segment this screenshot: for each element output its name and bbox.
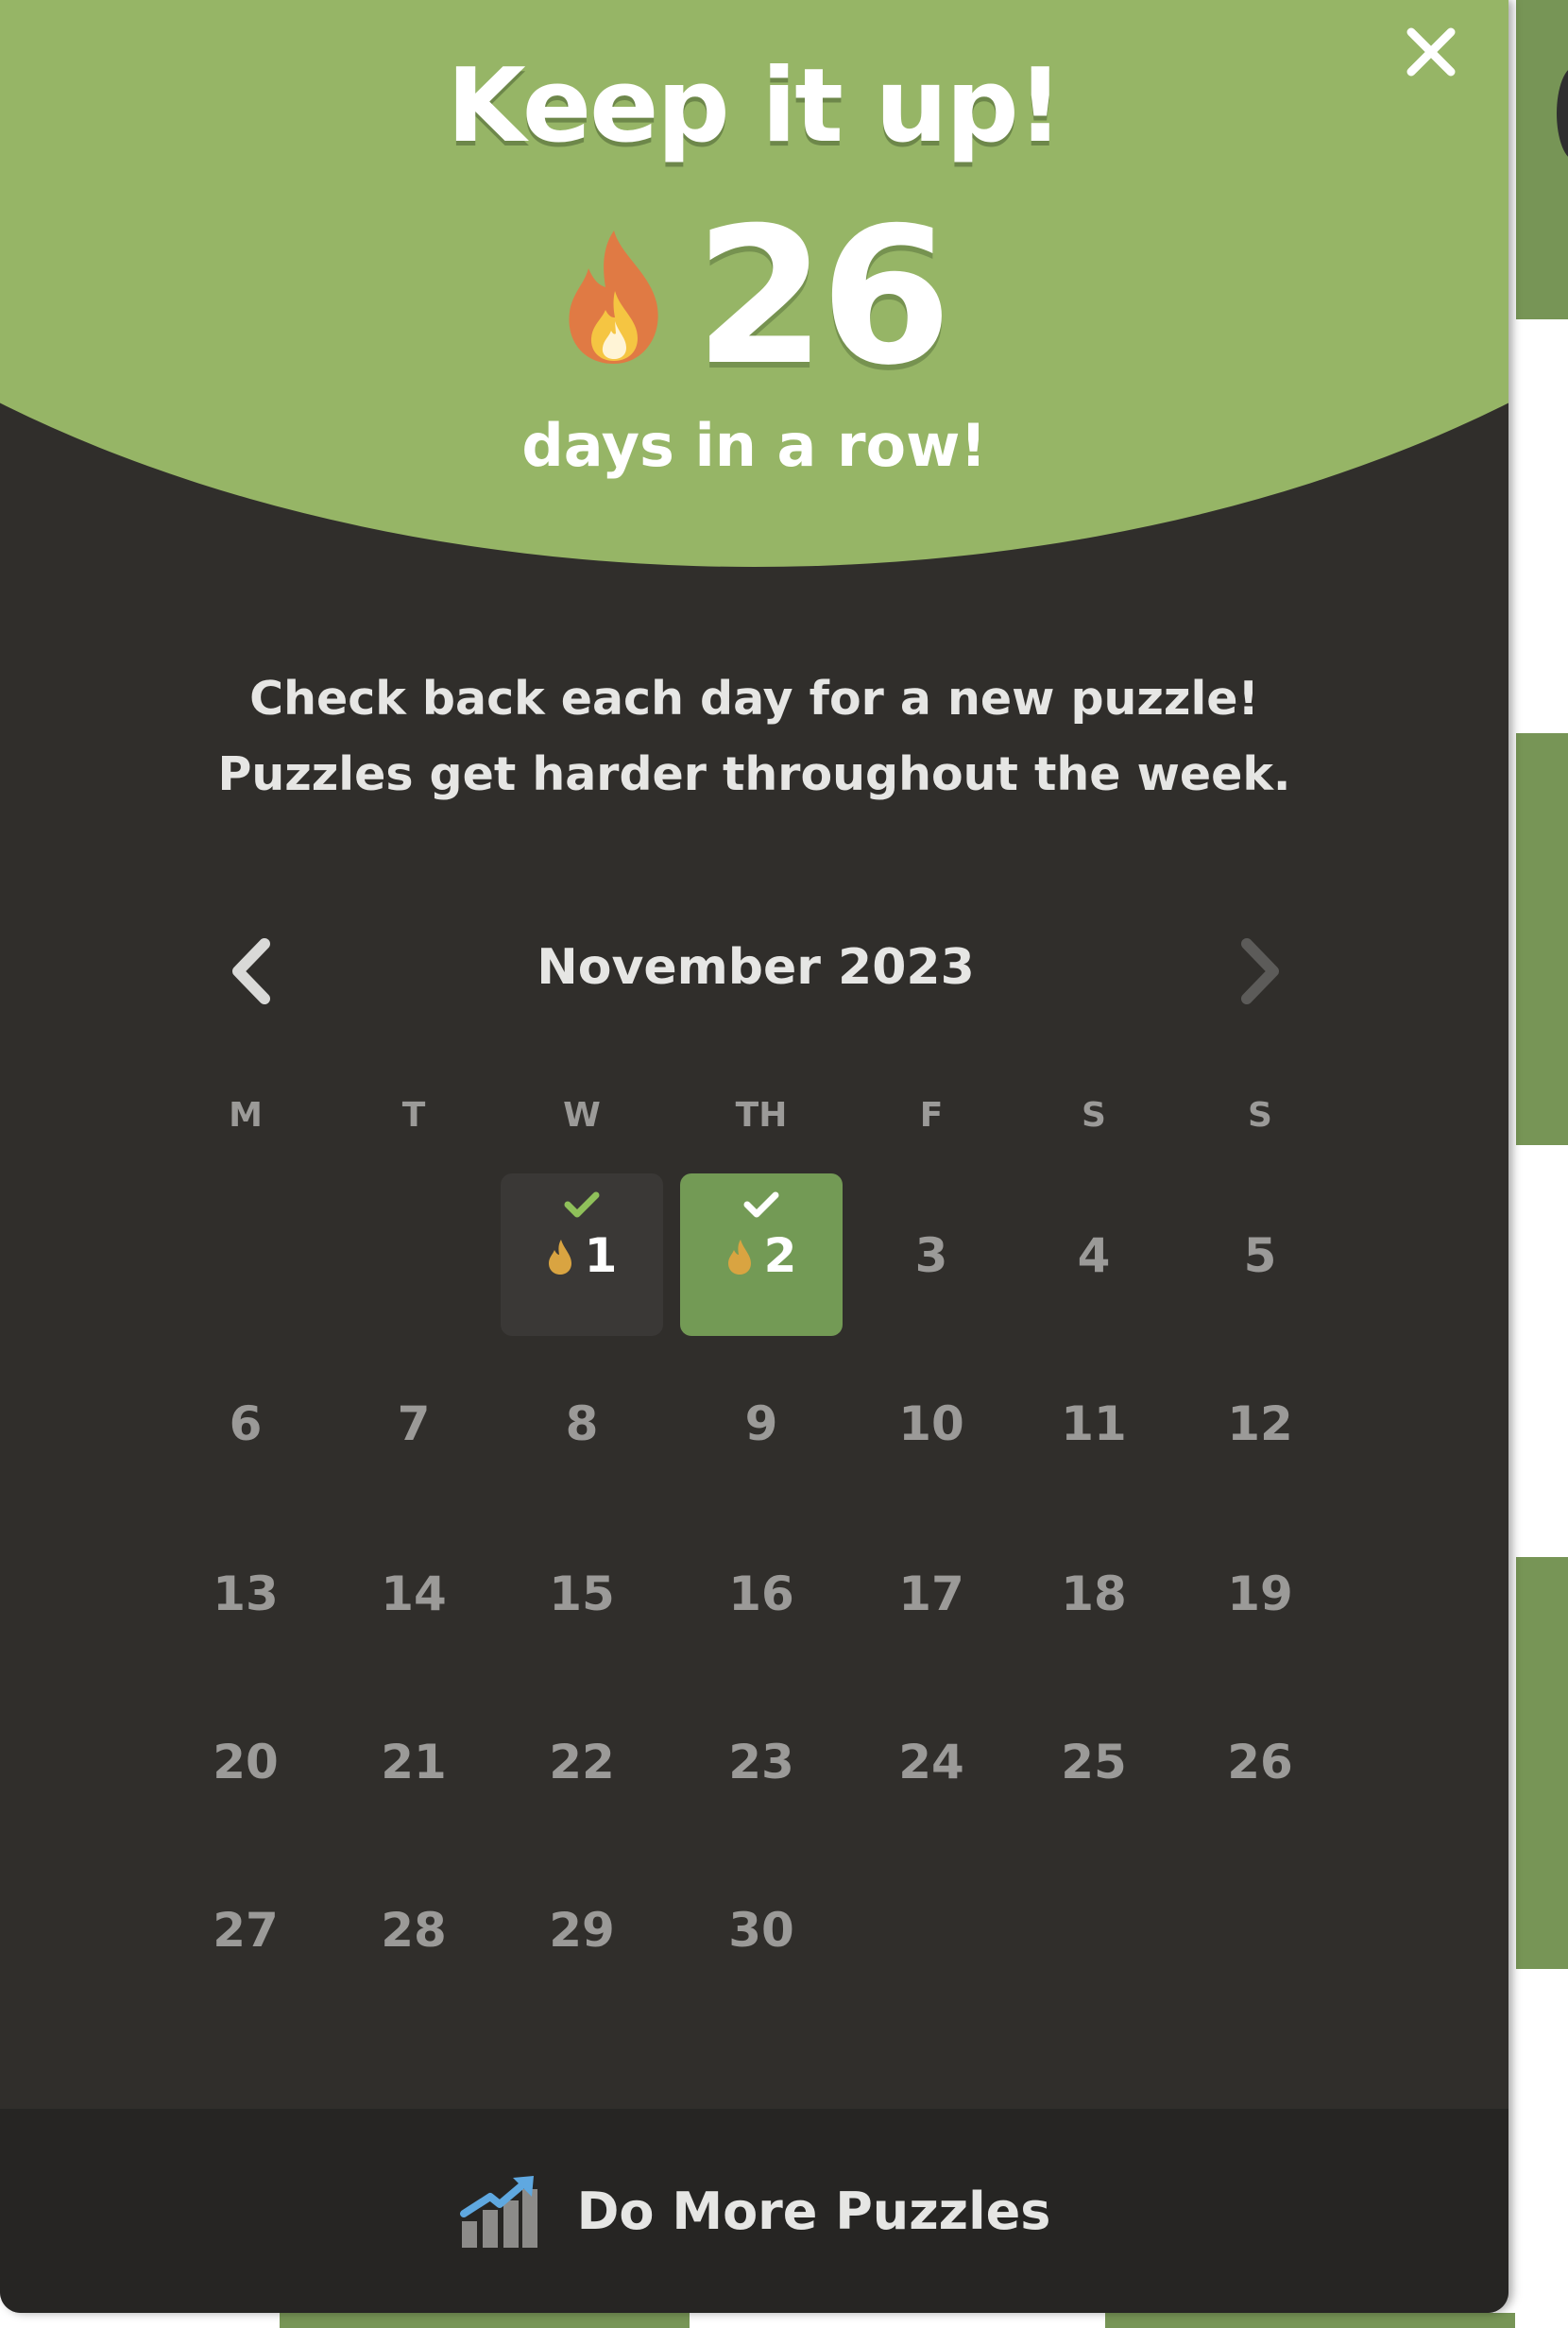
flame-icon — [727, 1240, 751, 1275]
chevron-right-icon — [1241, 938, 1279, 1004]
calendar-day[interactable]: 6 — [164, 1342, 327, 1504]
calendar-day[interactable]: 28 — [332, 1848, 495, 2011]
day-number: 5 — [1243, 1228, 1277, 1283]
weekday-label: TH — [735, 1096, 788, 1135]
flame-icon — [548, 1240, 571, 1275]
day-number: 6 — [229, 1396, 263, 1451]
weekday-label: F — [919, 1096, 944, 1135]
streak-count: 26 — [0, 203, 1508, 392]
day-number: 12 — [1227, 1396, 1293, 1451]
calendar-day[interactable]: 20 — [164, 1680, 327, 1842]
day-number: 19 — [1227, 1566, 1293, 1621]
calendar-day[interactable]: 29 — [501, 1848, 663, 2011]
weekday-label: S — [1082, 1096, 1106, 1135]
calendar-day[interactable]: 9 — [680, 1342, 843, 1504]
day-number: 28 — [381, 1903, 447, 1958]
calendar-day[interactable]: 10 — [850, 1342, 1013, 1504]
month-label: November 2023 — [537, 939, 975, 996]
calendar-day[interactable]: 3 — [850, 1173, 1013, 1336]
do-more-puzzles-button[interactable]: Do More Puzzles — [0, 2109, 1508, 2313]
calendar-day[interactable]: 13 — [164, 1512, 327, 1674]
calendar-day[interactable]: 19 — [1179, 1512, 1341, 1674]
day-number: 11 — [1061, 1396, 1127, 1451]
calendar-day[interactable]: 15 — [501, 1512, 663, 1674]
calendar-day[interactable]: 18 — [1013, 1512, 1175, 1674]
day-number: 24 — [898, 1735, 964, 1789]
board-square — [1105, 2313, 1515, 2328]
check-icon — [564, 1191, 600, 1218]
day-number: 16 — [728, 1566, 794, 1621]
day-number: 7 — [397, 1396, 431, 1451]
calendar-day[interactable]: 27 — [164, 1848, 327, 2011]
streak-number: 26 — [694, 187, 951, 407]
board-square — [280, 2313, 690, 2328]
day-number: 20 — [213, 1735, 279, 1789]
modal-title: Keep it up! — [447, 47, 1064, 165]
calendar-day[interactable]: 1 — [501, 1173, 663, 1336]
day-number: 1 — [584, 1228, 618, 1283]
calendar-day[interactable]: 30 — [680, 1848, 843, 2011]
day-number: 4 — [1077, 1228, 1111, 1283]
calendar-day[interactable]: 16 — [680, 1512, 843, 1674]
day-number: 18 — [1061, 1566, 1127, 1621]
calendar-day[interactable]: 4 — [1013, 1173, 1175, 1336]
day-number: 21 — [381, 1735, 447, 1789]
calendar-day[interactable]: 14 — [332, 1512, 495, 1674]
calendar-day[interactable]: 12 — [1179, 1342, 1341, 1504]
weekday-label: M — [229, 1096, 263, 1135]
calendar-day[interactable]: 25 — [1013, 1680, 1175, 1842]
day-number: 26 — [1227, 1735, 1293, 1789]
day-number: 2 — [763, 1228, 797, 1283]
board-square — [1516, 733, 1568, 1145]
day-number: 25 — [1061, 1735, 1127, 1789]
calendar-day[interactable]: 24 — [850, 1680, 1013, 1842]
board-square — [1516, 0, 1568, 319]
check-icon — [743, 1191, 779, 1218]
footer-label: Do More Puzzles — [576, 2181, 1051, 2241]
info-line: Puzzles get harder throughout the week. — [217, 747, 1291, 801]
calendar-day[interactable]: 26 — [1179, 1680, 1341, 1842]
flame-icon — [569, 231, 658, 364]
calendar-day[interactable]: 8 — [501, 1342, 663, 1504]
calendar-day[interactable]: 21 — [332, 1680, 495, 1842]
day-number: 9 — [744, 1396, 778, 1451]
calendar-day[interactable]: 22 — [501, 1680, 663, 1842]
day-number: 30 — [728, 1903, 794, 1958]
board-square — [1516, 1557, 1568, 1969]
info-line: Check back each day for a new puzzle! — [249, 672, 1259, 726]
streak-modal: Keep it up! 26 days in a row! Check back… — [0, 0, 1508, 2313]
day-number: 10 — [898, 1396, 964, 1451]
day-number: 23 — [728, 1735, 794, 1789]
calendar-day[interactable]: 11 — [1013, 1342, 1175, 1504]
day-number: 15 — [549, 1566, 615, 1621]
day-number: 17 — [898, 1566, 964, 1621]
calendar-day[interactable]: 2 — [680, 1173, 843, 1336]
calendar-day[interactable]: 7 — [332, 1342, 495, 1504]
info-text: Check back each day for a new puzzle! Pu… — [0, 661, 1508, 813]
calendar-day[interactable]: 23 — [680, 1680, 843, 1842]
chart-up-icon — [459, 2176, 537, 2248]
calendar-day[interactable]: 17 — [850, 1512, 1013, 1674]
day-number: 13 — [213, 1566, 279, 1621]
calendar-day[interactable]: 5 — [1179, 1173, 1341, 1336]
day-number: 29 — [549, 1903, 615, 1958]
streak-subtitle: days in a row! — [521, 411, 987, 480]
month-navigation: November 2023 — [198, 926, 1313, 1011]
background-board — [1504, 0, 1568, 2328]
next-month-button[interactable] — [1228, 933, 1294, 1009]
weekday-label: T — [401, 1096, 426, 1135]
weekday-label: W — [563, 1096, 601, 1135]
day-number: 27 — [213, 1903, 279, 1958]
day-number: 14 — [381, 1566, 447, 1621]
day-number: 8 — [565, 1396, 599, 1451]
day-number: 22 — [549, 1735, 615, 1789]
day-number: 3 — [914, 1228, 948, 1283]
weekday-label: S — [1248, 1096, 1272, 1135]
weekday-header: M T W TH F S S — [189, 1096, 1370, 1153]
